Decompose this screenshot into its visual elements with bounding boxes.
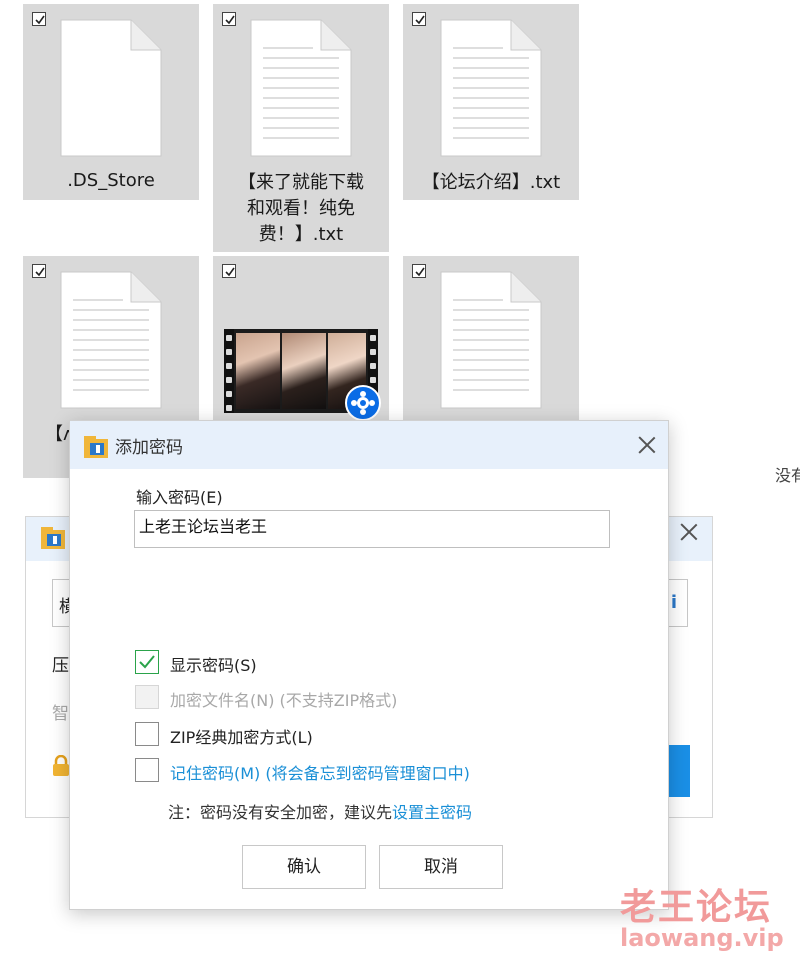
tile-checkbox[interactable] — [412, 264, 426, 278]
document-icon — [60, 19, 162, 157]
watermark: 老王论坛 laowang.vip — [600, 878, 800, 958]
watermark-cn: 老王论坛 — [620, 887, 773, 928]
text-document-icon — [250, 19, 352, 157]
file-name: 【来了就能下载和观看！纯免费！】.txt — [238, 172, 364, 245]
tile-checkbox[interactable] — [412, 12, 426, 26]
side-text: 没有 — [775, 466, 800, 485]
tile-checkbox[interactable] — [32, 264, 46, 278]
encrypt-filenames-checkbox — [135, 685, 159, 709]
close-icon[interactable] — [636, 434, 658, 456]
encrypt-filenames-label: 加密文件名(N) (不支持ZIP格式) — [170, 691, 398, 710]
text-document-icon — [440, 271, 542, 409]
text-document-icon — [440, 19, 542, 157]
file-name: .DS_Store — [67, 170, 155, 191]
security-note: 注：密码没有安全加密，建议先设置主密码 — [168, 799, 472, 823]
show-password-checkbox[interactable] — [135, 650, 159, 674]
file-tile-txt-6[interactable] — [403, 256, 579, 422]
background-label-1: 压 — [52, 656, 69, 676]
background-dialog-close-icon[interactable] — [678, 521, 700, 543]
file-tile-forum-intro-txt[interactable]: 【论坛介绍】.txt — [403, 4, 579, 200]
add-password-dialog: 添加密码 输入密码(E) 上老王论坛当老王 显示密码(S) 加密文件名(N) (… — [69, 420, 669, 910]
remember-password-checkbox[interactable] — [135, 758, 159, 782]
show-password-label[interactable]: 显示密码(S) — [170, 652, 257, 676]
dialog-title: 添加密码 — [115, 438, 183, 458]
zip-classic-encryption-label[interactable]: ZIP经典加密方式(L) — [170, 724, 313, 748]
video-frame — [282, 333, 326, 409]
file-tile-video[interactable] — [213, 256, 389, 422]
film-strip-left — [224, 329, 234, 413]
tile-checkbox[interactable] — [222, 12, 236, 26]
cancel-button[interactable]: 取消 — [379, 845, 503, 889]
ok-button[interactable]: 确认 — [242, 845, 366, 889]
security-note-text: 注：密码没有安全加密，建议先 — [168, 803, 393, 822]
video-frame — [236, 333, 280, 409]
file-tile-download-txt[interactable]: 【来了就能下载和观看！纯免费！】.txt — [213, 4, 389, 252]
tile-checkbox[interactable] — [32, 12, 46, 26]
password-input[interactable]: 上老王论坛当老王 — [134, 510, 610, 548]
info-icon: i — [670, 592, 677, 613]
lock-icon — [53, 755, 69, 776]
watermark-url: laowang.vip — [620, 924, 784, 952]
background-label-2: 智 — [52, 704, 69, 724]
text-document-icon — [60, 271, 162, 409]
file-tile-ds-store[interactable]: .DS_Store — [23, 4, 199, 200]
player-app-icon — [345, 385, 381, 421]
archive-app-icon — [84, 436, 108, 458]
password-label: 输入密码(E) — [136, 488, 223, 507]
file-name: 【论坛介绍】.txt — [421, 172, 561, 193]
tile-checkbox[interactable] — [222, 264, 236, 278]
remember-password-label[interactable]: 记住密码(M) (将会备忘到密码管理窗口中) — [170, 760, 470, 784]
background-primary-button[interactable] — [666, 745, 690, 797]
set-master-password-link[interactable]: 设置主密码 — [392, 803, 472, 822]
archive-app-icon — [41, 527, 65, 549]
zip-classic-encryption-checkbox[interactable] — [135, 722, 159, 746]
